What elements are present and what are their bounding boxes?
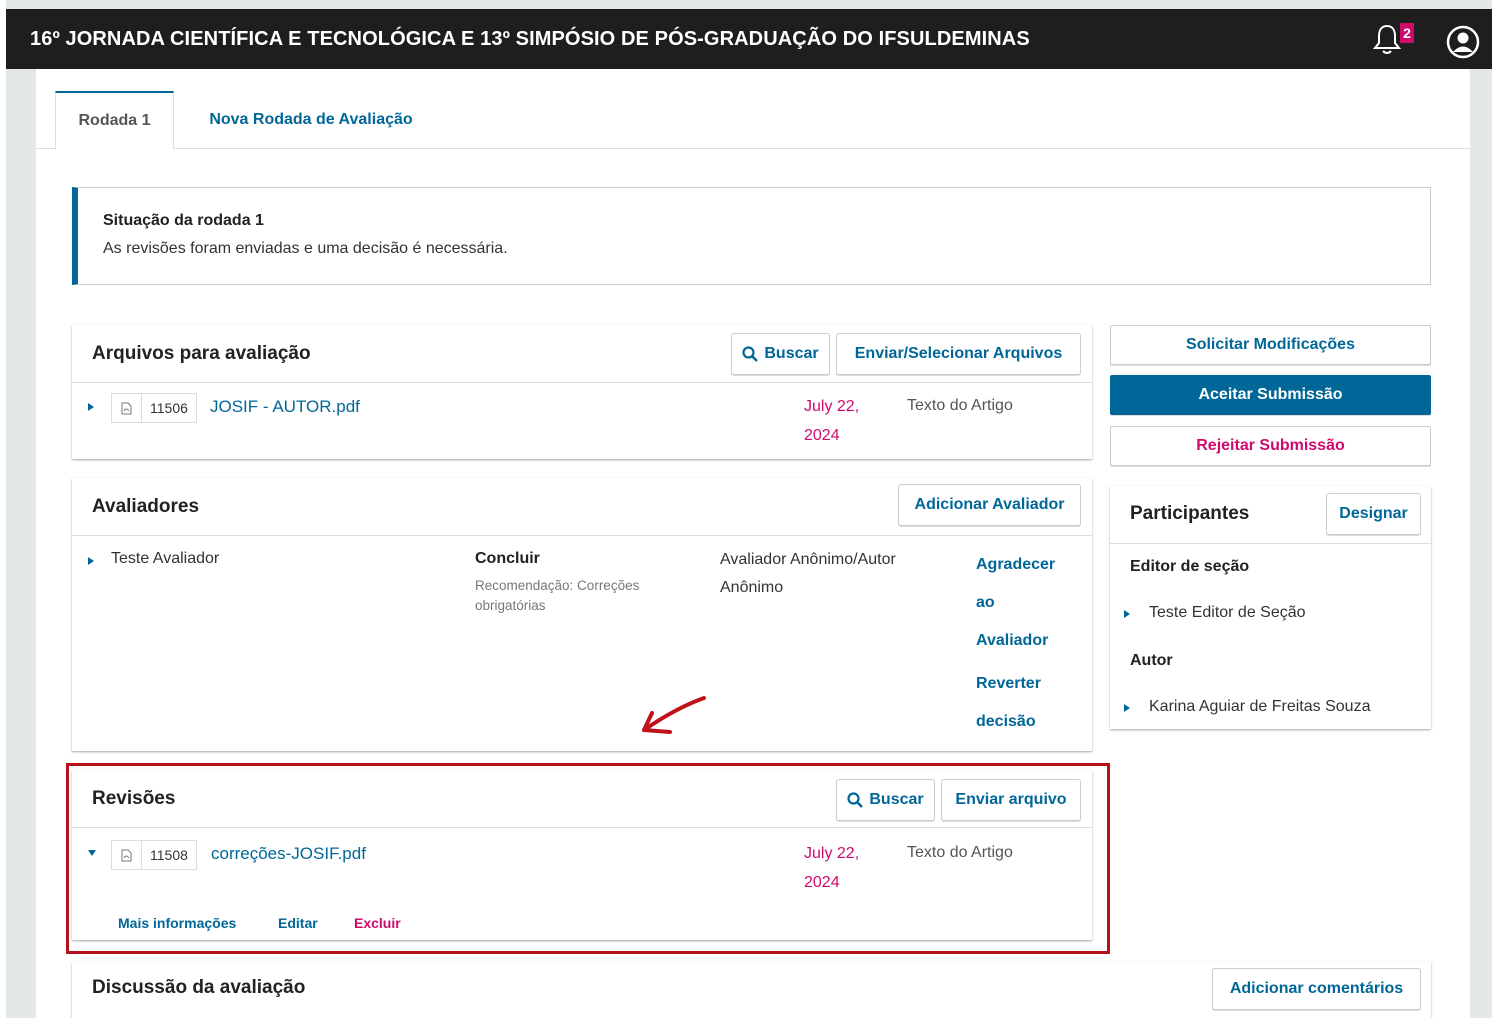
round-status-heading: Situação da rodada 1 [103, 212, 264, 229]
review-method: Avaliador Anônimo/Autor Anônimo [720, 546, 896, 602]
participant-role-author: Autor [1130, 652, 1173, 669]
highlight-box [66, 763, 1110, 954]
thank-reviewer-line2: ao [976, 594, 995, 611]
review-files-header: Arquivos para avaliação Buscar Enviar/Se… [72, 325, 1092, 383]
review-status: Concluir [475, 550, 540, 567]
reviewers-header: Avaliadores Adicionar Avaliador [72, 478, 1092, 536]
review-file-date-line2: 2024 [804, 427, 840, 444]
review-discussion-card: Discussão da avaliação Adicionar comentá… [72, 962, 1431, 1018]
participant-author[interactable]: Karina Aguiar de Freitas Souza [1149, 698, 1370, 716]
participant-role-section-editor: Editor de seção [1130, 558, 1250, 575]
expand-reviewer-row-icon[interactable] [88, 557, 94, 565]
participant-section-editor[interactable]: Teste Editor de Seção [1149, 604, 1306, 622]
review-recommendation: Recomendação: Correções obrigatórias [475, 576, 639, 616]
review-method-line1: Avaliador Anônimo/Autor [720, 551, 896, 568]
add-comments-button[interactable]: Adicionar comentários [1212, 968, 1421, 1010]
user-menu-button[interactable] [1446, 25, 1480, 59]
expand-participant-icon[interactable] [1124, 704, 1130, 712]
review-files-card: Arquivos para avaliação Buscar Enviar/Se… [72, 325, 1092, 459]
participants-header: Participantes Designar [1110, 486, 1431, 544]
expand-participant-icon[interactable] [1124, 610, 1130, 618]
review-recommendation-line2: obrigatórias [475, 598, 546, 613]
search-icon [742, 346, 759, 362]
accept-submission-button[interactable]: Aceitar Submissão [1110, 375, 1431, 415]
thank-reviewer-link[interactable]: Agradecer ao Avaliador [976, 546, 1055, 660]
review-files-title: Arquivos para avaliação [92, 343, 311, 364]
add-reviewer-button[interactable]: Adicionar Avaliador [898, 484, 1081, 526]
review-round-tabs: Rodada 1 Nova Rodada de Avaliação [36, 69, 1470, 150]
top-header: 16º JORNADA CIENTÍFICA E TECNOLÓGICA E 1… [6, 9, 1492, 69]
reviewer-name: Teste Avaliador [111, 550, 220, 567]
request-revisions-button[interactable]: Solicitar Modificações [1110, 325, 1431, 365]
expand-row-icon[interactable] [88, 403, 94, 411]
review-file-type: Texto do Artigo [907, 397, 1013, 414]
upload-select-files-button[interactable]: Enviar/Selecionar Arquivos [836, 333, 1081, 375]
review-discussion-title: Discussão da avaliação [92, 977, 306, 998]
review-file-link[interactable]: JOSIF - AUTOR.pdf [210, 397, 360, 417]
review-files-search-label: Buscar [764, 345, 819, 362]
site-title[interactable]: 16º JORNADA CIENTÍFICA E TECNOLÓGICA E 1… [30, 28, 1030, 51]
assign-participant-button[interactable]: Designar [1326, 493, 1421, 535]
thank-reviewer-line3: Avaliador [976, 632, 1049, 649]
review-file-date: July 22, 2024 [804, 392, 859, 450]
tab-new-review-round[interactable]: Nova Rodada de Avaliação [196, 91, 426, 149]
bell-icon [1372, 24, 1402, 54]
review-file-date-line1: July 22, [804, 398, 860, 415]
round-status-text: As revisões foram enviadas e uma decisão… [103, 240, 508, 257]
thank-reviewer-line1: Agradecer [976, 556, 1056, 573]
user-circle-icon [1446, 25, 1480, 59]
reviewers-title: Avaliadores [92, 496, 200, 517]
revert-decision-link[interactable]: Reverter decisão [976, 665, 1041, 741]
annotation-arrow-icon [642, 696, 706, 734]
notification-count-badge: 2 [1400, 23, 1414, 43]
revert-decision-line2: decisão [976, 713, 1036, 730]
round-status-notice: Situação da rodada 1 As revisões foram e… [72, 187, 1431, 285]
review-recommendation-line1: Recomendação: Correções [475, 578, 640, 593]
file-id: 11506 [150, 400, 188, 416]
participants-card: Participantes Designar Editor de seção T… [1110, 486, 1431, 729]
review-files-search-button[interactable]: Buscar [731, 333, 830, 375]
decline-submission-button[interactable]: Rejeitar Submissão [1110, 426, 1431, 466]
participants-title: Participantes [1130, 503, 1250, 524]
file-id-badge: 11506 [111, 393, 197, 423]
review-method-line2: Anônimo [720, 579, 784, 596]
pdf-file-icon [112, 394, 142, 422]
revert-decision-line1: Reverter [976, 675, 1041, 692]
notifications-button[interactable]: 2 [1372, 23, 1414, 57]
reviewers-card: Avaliadores Adicionar Avaliador Teste Av… [72, 478, 1092, 751]
tab-round-1[interactable]: Rodada 1 [55, 91, 174, 150]
